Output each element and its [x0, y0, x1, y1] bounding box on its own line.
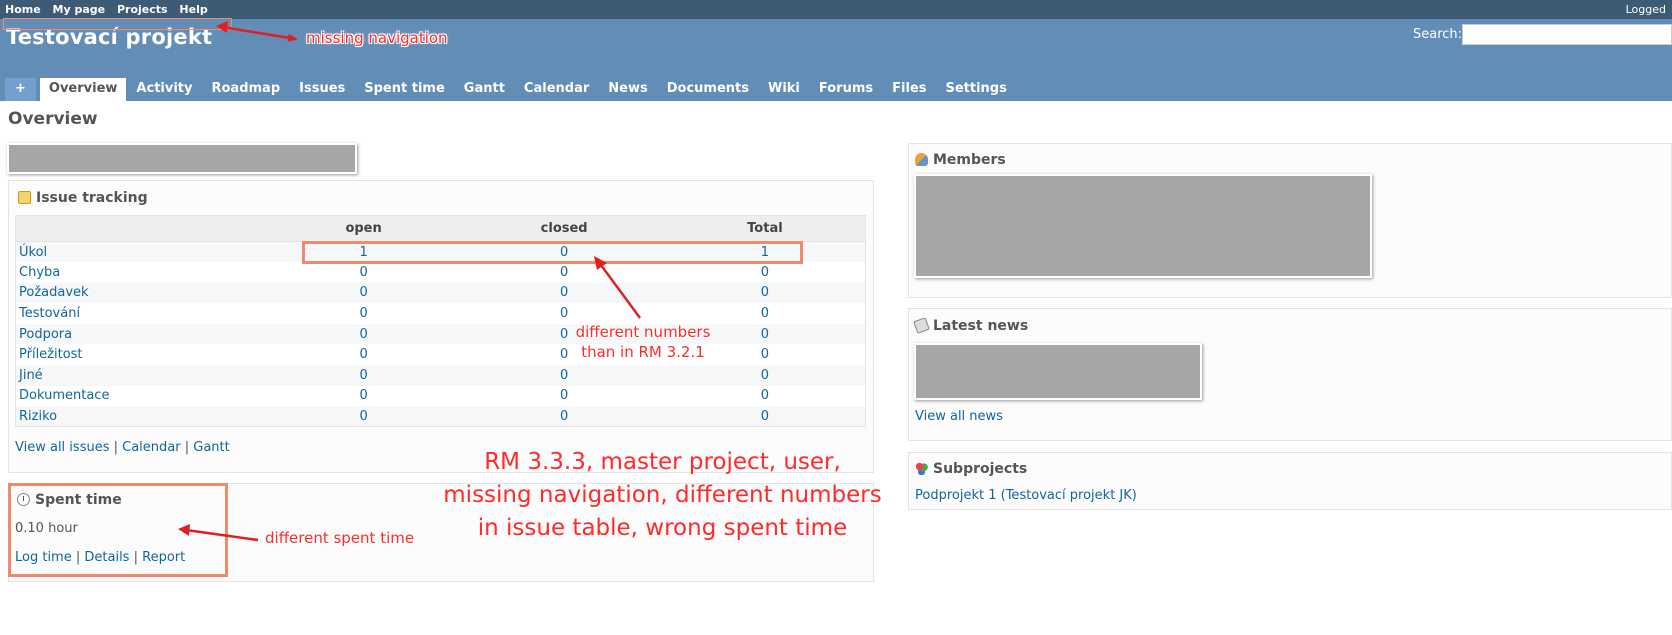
- arrow-spent-time-head: [178, 524, 190, 536]
- arrow-different-numbers: [596, 260, 642, 319]
- arrow-different-numbers-head: [594, 256, 607, 270]
- arrow-spent-time: [185, 528, 259, 542]
- annotation-arrows: [178, 21, 642, 542]
- arrow-missing-navigation: [221, 25, 298, 42]
- arrow-missing-navigation-head: [216, 21, 228, 33]
